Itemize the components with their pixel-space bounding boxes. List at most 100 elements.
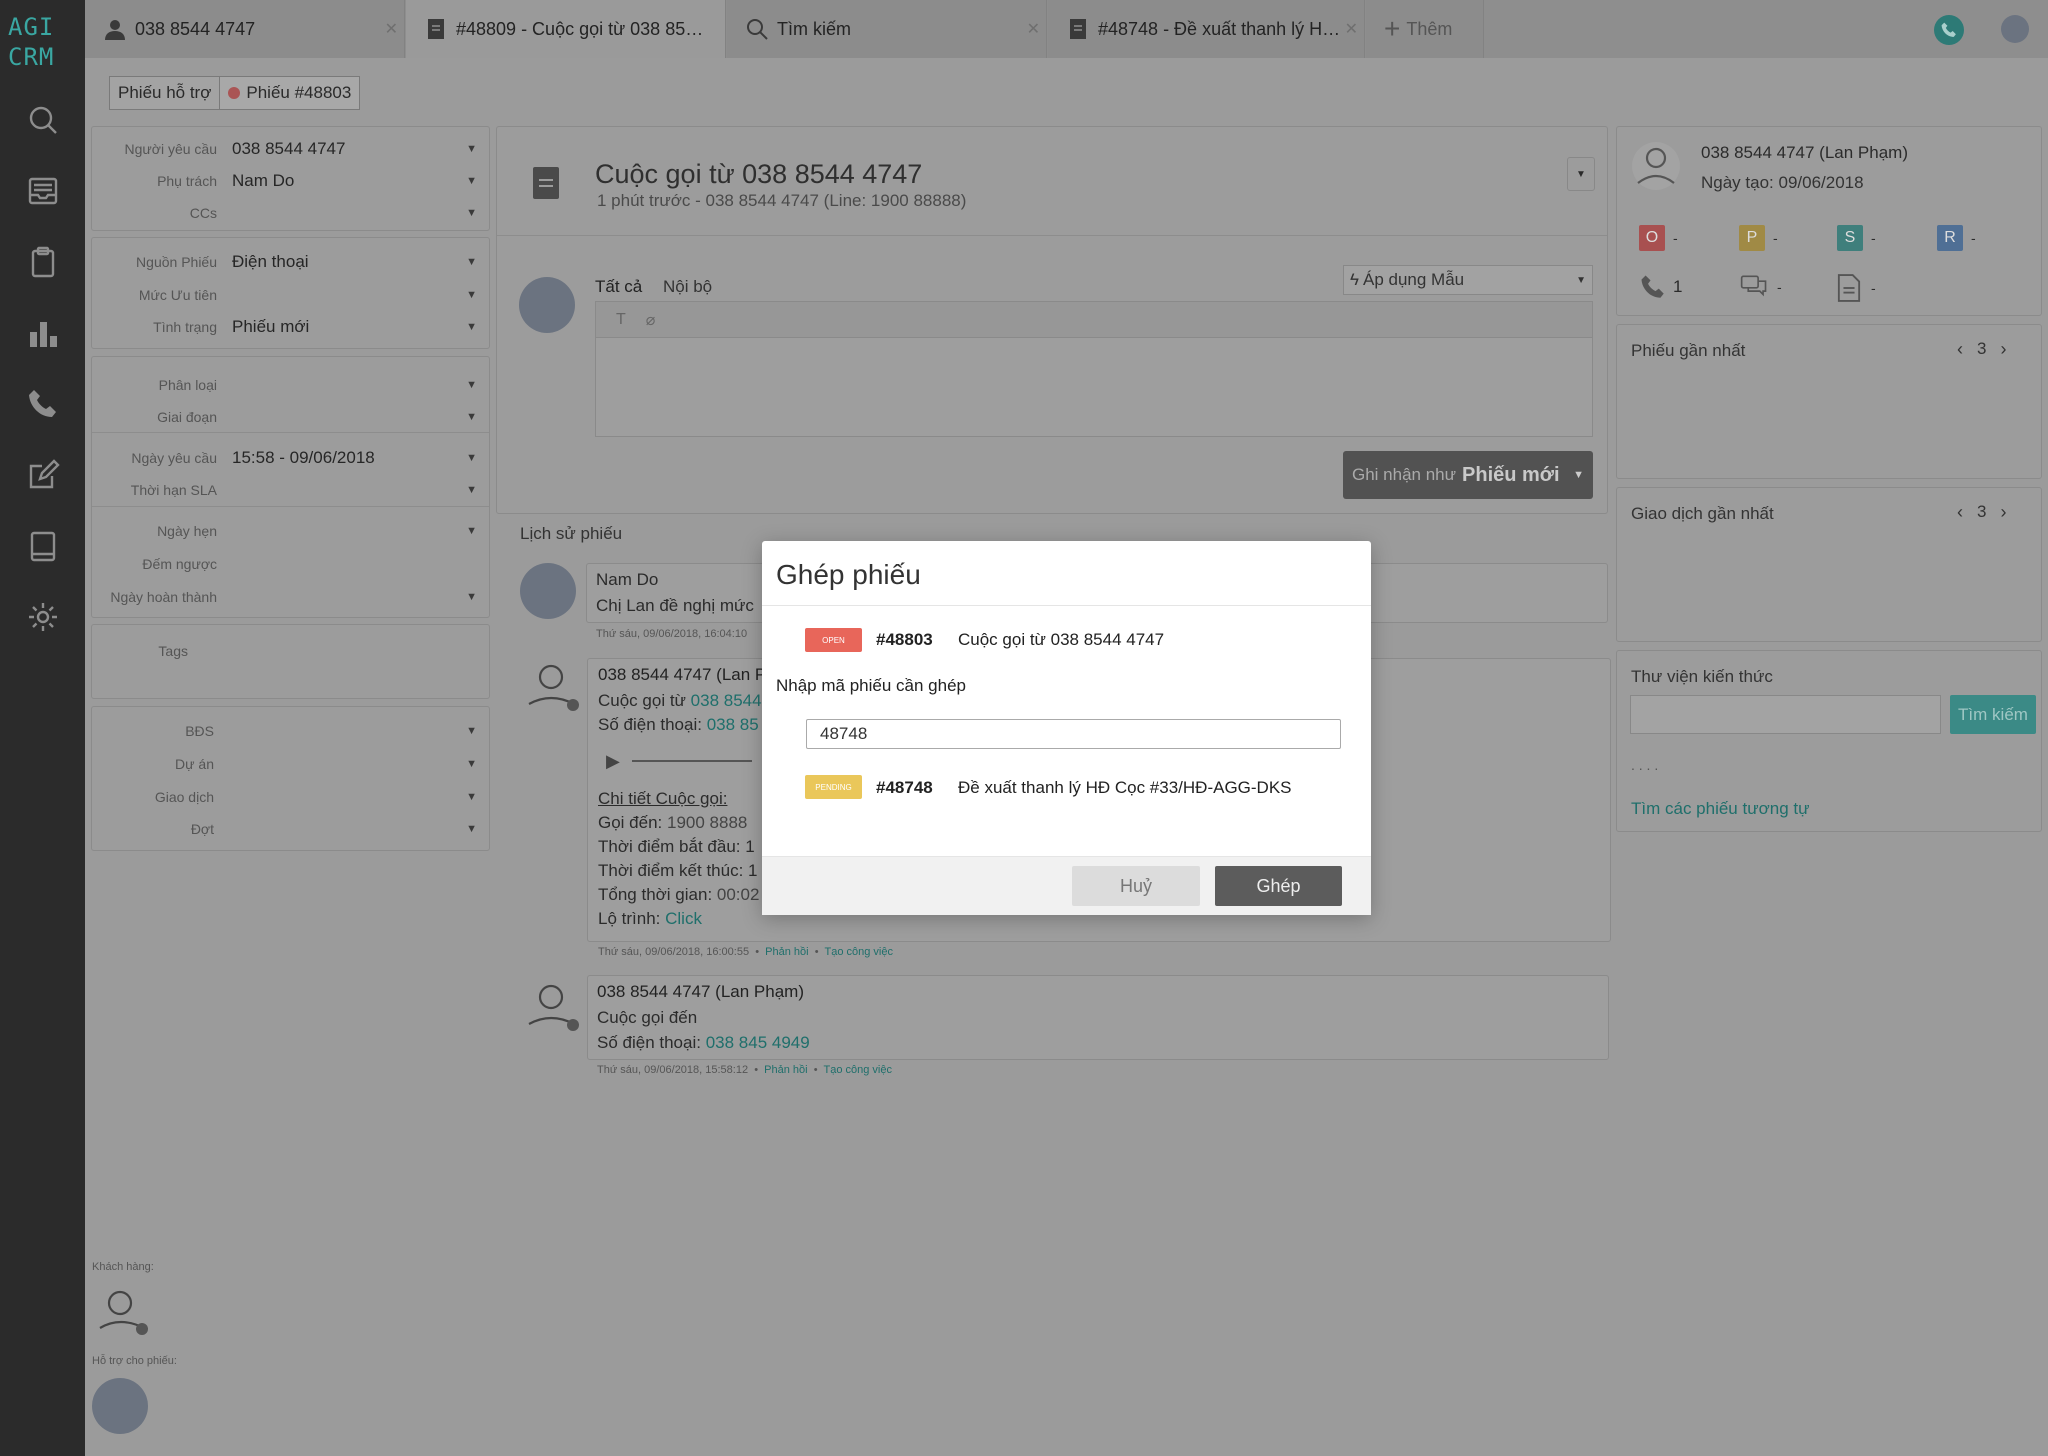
inbox-icon [28,177,57,205]
sla-field[interactable]: Thời hạn SLA ▼ [92,474,489,507]
merge-ticket-input[interactable] [806,719,1341,749]
breadcrumb-tickets[interactable]: Phiếu hỗ trợ [109,76,221,110]
tab-search[interactable]: Tìm kiếm ✕ [727,0,1047,58]
merge-button[interactable]: Ghép [1215,866,1342,906]
result-ticket-id[interactable]: #48748 [876,778,933,798]
divider [762,605,1371,606]
stat-documents[interactable]: - [1837,273,1876,303]
search-icon [747,19,768,40]
agent-avatar[interactable] [92,1378,148,1434]
phone-link[interactable]: 038 845 4949 [706,1033,810,1052]
contact-avatar-icon[interactable] [1631,141,1681,191]
app-logo[interactable]: AGI CRM [8,12,78,72]
nav-knowledge[interactable] [0,516,85,576]
result-ticket-subject[interactable]: Đề xuất thanh lý HĐ Cọc #33/HĐ-AGG-DKS [958,778,1292,798]
stat-pending[interactable]: P- [1739,225,1778,251]
chevron-down-icon: ▼ [1576,274,1586,286]
route-link[interactable]: Click [665,909,702,928]
chevron-right-icon[interactable]: › [2000,339,2006,360]
nav-edit[interactable] [0,445,85,505]
ticket-actions-dropdown[interactable]: ▼ [1567,157,1595,191]
document-icon [1070,19,1086,39]
history-line: Cuộc gọi đến [597,1008,698,1027]
breadcrumb: Phiếu hỗ trợ Phiếu #48803 [109,76,361,110]
text-format-icon[interactable]: T [616,311,626,329]
merge-ticket-dialog: Ghép phiếu OPEN #48803 Cuộc gọi từ 038 8… [762,541,1371,915]
recent-tickets-panel: Phiếu gần nhất ‹ 3 › [1616,324,2042,479]
stat-solved[interactable]: S- [1837,225,1876,251]
reply-editor[interactable]: T ⌀ [595,301,1593,437]
softphone-button[interactable] [1934,15,1964,45]
request-date-field[interactable]: Ngày yêu cầu 15:58 - 09/06/2018 ▼ [92,442,489,475]
status-field[interactable]: Tình trạng Phiếu mới ▼ [92,311,489,344]
phone-icon [1641,275,1664,298]
transaction-field[interactable]: Giao dịch ▼ [92,781,489,814]
contact-name[interactable]: 038 8544 4747 (Lan Phạm) [1701,143,1908,163]
tab-ticket-48748[interactable]: #48748 - Đề xuất thanh lý HĐ... ✕ [1048,0,1365,58]
create-task-link[interactable]: Tạo công việc [824,1064,892,1076]
assignee-field[interactable]: Phụ trách Nam Do ▼ [92,165,489,198]
divider [497,235,1607,236]
batch-field[interactable]: Đợt ▼ [92,813,489,846]
history-item: 038 8544 4747 (Lan Phạm) Cuộc gọi đến Số… [587,975,1609,1060]
tab-ticket-48809[interactable]: #48809 - Cuộc gọi từ 038 8544 4 [406,0,726,58]
submit-as-button[interactable]: Ghi nhận như Phiếu mới ▼ [1343,451,1593,499]
tab-contact[interactable]: 038 8544 4747 ✕ [85,0,405,58]
nav-tickets[interactable] [0,232,85,292]
chevron-left-icon[interactable]: ‹ [1957,502,1963,523]
tags-panel[interactable]: Tags [91,624,490,699]
priority-field[interactable]: Mức Ưu tiên ▼ [92,279,489,312]
tags-label: Tags [158,643,188,659]
chevron-right-icon[interactable]: › [2000,502,2006,523]
nav-reports[interactable] [0,303,85,363]
requester-field[interactable]: Người yêu cầu 038 8544 4747 ▼ [92,133,489,166]
tab-label: #48809 - Cuộc gọi từ 038 8544 4 [456,18,707,39]
document-icon [428,19,444,39]
tab-internal[interactable]: Nội bộ [663,277,712,297]
nav-calls[interactable] [0,374,85,434]
customer-avatar-icon[interactable] [96,1288,152,1336]
category-field[interactable]: Phân loại ▼ [92,369,489,402]
contact-created-date: Ngày tạo: 09/06/2018 [1701,173,1864,192]
stat-calls[interactable]: 1 [1639,273,1682,301]
recent-transactions-title: Giao dịch gần nhất [1631,504,1774,523]
phone-link[interactable]: 038 8544 [691,691,762,710]
stat-open[interactable]: O- [1639,225,1678,251]
stage-field[interactable]: Giai đoạn ▼ [92,401,489,434]
ticket-title: Cuộc gọi từ 038 8544 4747 [595,159,923,189]
nav-inbox[interactable] [0,161,85,221]
play-icon[interactable]: ▶ [606,751,620,772]
audio-player[interactable]: ▶ [598,747,778,775]
close-icon[interactable]: ✕ [1027,19,1040,39]
property-field[interactable]: BĐS ▼ [92,715,489,748]
stat-resolved[interactable]: R- [1937,225,1976,251]
ccs-field[interactable]: CCs ▼ [92,197,489,230]
cancel-button[interactable]: Huỷ [1072,866,1200,906]
breadcrumb-current[interactable]: Phiếu #48803 [220,76,361,110]
completion-date-field[interactable]: Ngày hoàn thành ▼ [92,581,489,614]
knowledge-search-input[interactable] [1630,695,1941,734]
knowledge-panel: Thư viện kiến thức Tìm kiếm . . . . Tìm … [1616,650,2042,832]
user-avatar[interactable] [2001,15,2029,43]
close-icon[interactable]: ✕ [385,19,398,39]
history-line: Tổng thời gian: 00:02 [598,885,760,904]
project-field[interactable]: Dự án ▼ [92,748,489,781]
apply-template-select[interactable]: ϟ Áp dụng Mẫu ▼ [1343,265,1593,295]
source-field[interactable]: Nguồn Phiếu Điện thoại ▼ [92,246,489,279]
tab-all[interactable]: Tất cả [595,277,643,304]
nav-settings[interactable] [0,587,85,647]
chevron-left-icon[interactable]: ‹ [1957,339,1963,360]
reply-link[interactable]: Phản hồi [764,1064,807,1076]
create-task-link[interactable]: Tạo công việc [825,946,893,958]
appointment-field[interactable]: Ngày hẹn ▼ [92,515,489,548]
close-icon[interactable]: ✕ [1345,19,1358,39]
knowledge-search-button[interactable]: Tìm kiếm [1950,695,2036,734]
add-tab-button[interactable]: + Thêm [1366,0,1484,58]
stat-chats[interactable]: - [1739,273,1782,301]
attachment-icon[interactable]: ⌀ [646,310,656,330]
similar-tickets-link[interactable]: Tìm các phiếu tương tự [1631,799,1809,819]
nav-search[interactable] [0,90,85,150]
audio-progress-bar[interactable] [631,760,752,762]
reply-link[interactable]: Phản hồi [765,946,808,958]
phone-link[interactable]: 038 85 [707,715,759,734]
